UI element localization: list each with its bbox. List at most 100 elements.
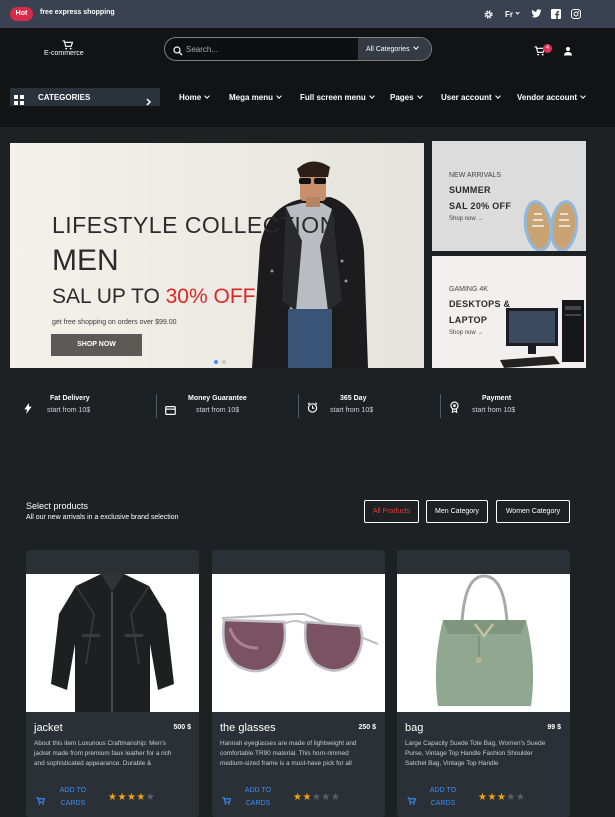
side-banner-summer[interactable] — [432, 141, 586, 251]
nav-full-screen-menu[interactable]: Full screen menu — [300, 93, 375, 102]
side-banner-gaming[interactable] — [432, 256, 586, 368]
shop-now-button[interactable]: SHOP NOW — [51, 334, 142, 356]
side-banner-2-link[interactable]: Shop now → — [449, 330, 483, 336]
categories-label: CATEGORIES — [38, 93, 91, 102]
product-name[interactable]: bag — [405, 722, 423, 734]
filter-men-category[interactable]: Men Category — [426, 500, 488, 523]
add-to-cart-button[interactable]: ADD TO CARDS — [428, 784, 458, 810]
alarm-icon — [307, 400, 318, 418]
hero-model-image — [252, 161, 368, 368]
feature-365-title: 365 Day — [340, 395, 367, 402]
product-image-jacket[interactable] — [26, 574, 199, 712]
nav-full-screen-label: Full screen menu — [300, 93, 366, 102]
product-price: 99 $ — [547, 724, 561, 731]
feature-divider — [156, 394, 157, 418]
chevron-down-icon — [416, 93, 423, 99]
nav-vendor-account-label: Vendor account — [517, 93, 578, 102]
rating-stars: ★★★★★ — [478, 792, 525, 803]
chevron-down-icon — [276, 93, 282, 99]
add-to-cart-icon[interactable] — [36, 792, 46, 810]
search-input[interactable] — [186, 43, 351, 55]
product-name[interactable]: the glasses — [220, 722, 276, 734]
logo-text[interactable]: E-commerce — [44, 50, 84, 57]
star-empty-icon: ★ — [311, 792, 322, 803]
star-filled-icon: ★ — [496, 792, 507, 803]
nav-mega-menu-label: Mega menu — [229, 93, 274, 102]
add-to-cart-icon[interactable] — [222, 792, 232, 810]
filter-women-category[interactable]: Women Category — [496, 500, 570, 523]
product-price: 250 $ — [358, 724, 376, 731]
side-banner-2-eyebrow: GAMING 4K — [449, 286, 488, 293]
star-filled-icon: ★ — [136, 792, 146, 803]
desktop-computer-image — [500, 300, 584, 368]
arrow-right-icon: → — [477, 216, 484, 222]
cart-count-badge: 4 — [543, 44, 552, 53]
section-title: Select products — [26, 501, 89, 511]
user-icon[interactable] — [563, 43, 573, 61]
product-name[interactable]: jacket — [34, 722, 63, 734]
feature-delivery-sub: start from 10$ — [47, 407, 91, 414]
medal-icon — [450, 400, 459, 418]
product-image-glasses[interactable] — [212, 574, 385, 712]
chevron-down-icon — [368, 93, 375, 99]
feature-payment-title: Payment — [482, 395, 512, 402]
star-empty-icon: ★ — [330, 792, 341, 803]
side-banner-1-title1: SUMMER — [449, 185, 491, 195]
twitter-icon[interactable] — [530, 8, 542, 20]
nav-mega-menu[interactable]: Mega menu — [229, 93, 282, 102]
add-to-cart-button[interactable]: ADD TO CARDS — [243, 784, 273, 810]
carousel-dot-active[interactable] — [214, 360, 218, 364]
product-image-bag[interactable] — [397, 574, 570, 712]
feature-divider — [298, 394, 299, 418]
hero-title-line3: SAL UP TO 30% OFF — [52, 285, 255, 309]
chevron-right-icon — [146, 93, 152, 111]
promo-text: free express shopping — [40, 9, 115, 16]
category-select[interactable]: All Categories — [358, 38, 431, 60]
nav-user-account[interactable]: User account — [441, 93, 501, 102]
add-to-cart-button[interactable]: ADD TO CARDS — [58, 784, 88, 810]
hero-title-line2: MEN — [52, 244, 119, 277]
star-filled-icon: ★ — [487, 792, 497, 803]
rating-stars: ★★★★★ — [293, 792, 340, 803]
star-empty-icon: ★ — [321, 792, 331, 803]
nav-pages[interactable]: Pages — [390, 93, 423, 102]
side-banner-2-title2: LAPTOP — [449, 315, 488, 325]
facebook-icon[interactable] — [550, 8, 562, 20]
rating-stars: ★★★★★ — [108, 792, 155, 803]
product-description: Hannah eyeglasses are made of lightweigh… — [220, 740, 357, 768]
settings-gear-icon[interactable] — [482, 8, 494, 20]
nav-user-account-label: User account — [441, 93, 492, 102]
feature-365-sub: start from 10$ — [330, 407, 374, 414]
nav-home-label: Home — [179, 93, 202, 102]
section-subtitle: All our new arrivals in a exclusive bran… — [26, 514, 179, 521]
hero-sale-prefix: SAL UP TO — [52, 285, 166, 308]
add-to-cart-icon[interactable] — [407, 792, 417, 810]
hot-badge: Hot — [10, 7, 33, 21]
star-filled-icon: ★ — [126, 792, 137, 803]
feature-divider — [440, 394, 441, 418]
language-selector[interactable]: Fr — [502, 8, 522, 20]
carousel-dot[interactable] — [222, 360, 226, 364]
side-banner-1-link[interactable]: Shop now → — [449, 216, 483, 222]
star-filled-icon: ★ — [302, 792, 312, 803]
language-label: Fr — [505, 9, 513, 19]
filter-all-products[interactable]: All Products — [364, 500, 419, 523]
chevron-down-icon — [204, 93, 211, 99]
product-price: 500 $ — [173, 724, 191, 731]
nav-home[interactable]: Home — [179, 93, 211, 102]
star-empty-icon: ★ — [145, 792, 156, 803]
side-banner-2-link-label: Shop now — [449, 330, 476, 336]
arrow-right-icon: → — [477, 330, 484, 336]
side-banner-1-eyebrow: NEW ARRIVALS — [449, 172, 501, 179]
chevron-down-icon — [580, 93, 586, 99]
instagram-icon[interactable] — [570, 8, 582, 20]
star-filled-icon: ★ — [117, 792, 127, 803]
hero-title-line1: LIFESTYLE COLLECTION — [52, 212, 337, 238]
product-description: Large Capacity Suede Tote Bag, Women's S… — [405, 740, 546, 768]
nav-vendor-account[interactable]: Vendor account — [517, 93, 586, 102]
feature-payment-sub: start from 10$ — [472, 407, 516, 414]
search-icon[interactable] — [173, 43, 183, 61]
side-banner-1-link-label: Shop now — [449, 216, 476, 222]
feature-money-sub: start from 10$ — [196, 407, 240, 414]
wallet-icon — [165, 402, 176, 420]
